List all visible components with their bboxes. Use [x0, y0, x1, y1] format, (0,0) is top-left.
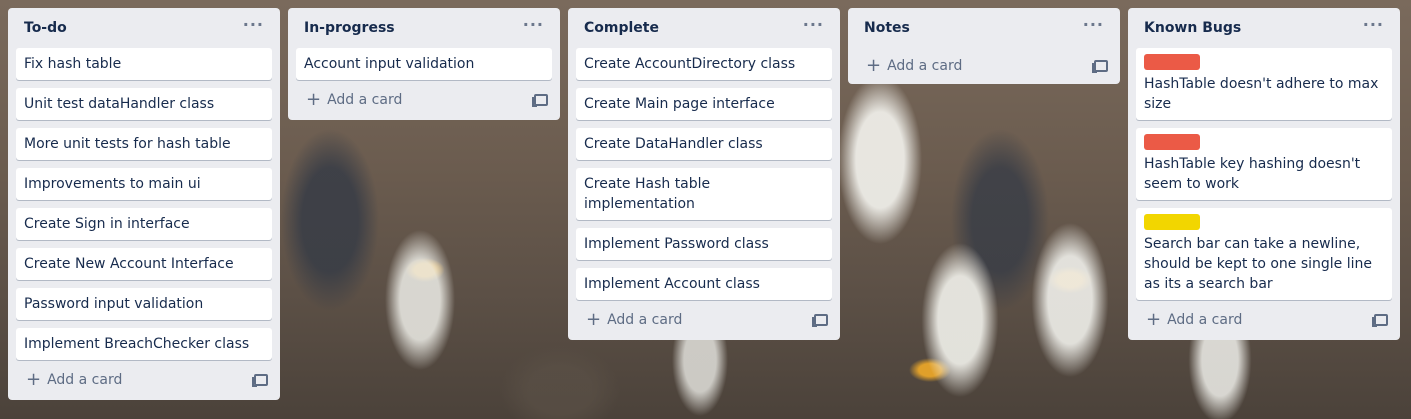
add-card-label: Add a card — [607, 312, 683, 328]
card[interactable]: Implement Account class — [576, 268, 832, 300]
card-list: Create AccountDirectory class Create Mai… — [576, 48, 832, 300]
list-complete: Complete ··· Create AccountDirectory cla… — [568, 8, 840, 340]
list-title[interactable]: Notes — [864, 20, 910, 36]
list-title[interactable]: Known Bugs — [1144, 20, 1241, 36]
ellipsis-icon[interactable]: ··· — [523, 17, 544, 33]
card[interactable]: HashTable key hashing doesn't seem to wo… — [1136, 128, 1392, 200]
card-text: Search bar can take a newline, should be… — [1144, 236, 1372, 292]
list-title[interactable]: To-do — [24, 20, 67, 36]
add-card-label: Add a card — [47, 372, 123, 388]
list-header: Complete ··· — [576, 8, 832, 48]
card[interactable]: More unit tests for hash table — [16, 128, 272, 160]
card[interactable]: Account input validation — [296, 48, 552, 80]
card[interactable]: Improvements to main ui — [16, 168, 272, 200]
list-title[interactable]: In-progress — [304, 20, 395, 36]
list-footer: + Add a card — [296, 80, 552, 120]
card-template-icon[interactable] — [252, 374, 268, 387]
ellipsis-icon[interactable]: ··· — [1363, 17, 1384, 33]
plus-icon: + — [1146, 309, 1162, 330]
list-known-bugs: Known Bugs ··· HashTable doesn't adhere … — [1128, 8, 1400, 340]
ellipsis-icon[interactable]: ··· — [803, 17, 824, 33]
add-card-button[interactable]: + Add a card — [1146, 311, 1242, 329]
add-card-button[interactable]: + Add a card — [866, 57, 962, 75]
list-header: Known Bugs ··· — [1136, 8, 1392, 48]
plus-icon: + — [306, 89, 322, 110]
card-list: Fix hash table Unit test dataHandler cla… — [16, 48, 272, 360]
list-footer: + Add a card — [16, 360, 272, 400]
card-template-icon[interactable] — [532, 94, 548, 107]
card[interactable]: Implement BreachChecker class — [16, 328, 272, 360]
add-card-label: Add a card — [327, 92, 403, 108]
ellipsis-icon[interactable]: ··· — [1083, 17, 1104, 33]
plus-icon: + — [586, 309, 602, 330]
list-footer: + Add a card — [1136, 300, 1392, 340]
add-card-button[interactable]: + Add a card — [586, 311, 682, 329]
card[interactable]: Fix hash table — [16, 48, 272, 80]
list-in-progress: In-progress ··· Account input validation… — [288, 8, 560, 120]
card[interactable]: Create Main page interface — [576, 88, 832, 120]
card[interactable]: HashTable doesn't adhere to max size — [1136, 48, 1392, 120]
card-template-icon[interactable] — [1092, 60, 1108, 73]
ellipsis-icon[interactable]: ··· — [243, 17, 264, 33]
list-footer: + Add a card — [576, 300, 832, 340]
board: To-do ··· Fix hash table Unit test dataH… — [8, 8, 1400, 400]
card[interactable]: Password input validation — [16, 288, 272, 320]
card-template-icon[interactable] — [812, 314, 828, 327]
list-header: In-progress ··· — [296, 8, 552, 48]
card-list: Account input validation — [296, 48, 552, 80]
card[interactable]: Create Sign in interface — [16, 208, 272, 240]
card-list: HashTable doesn't adhere to max size Has… — [1136, 48, 1392, 300]
list-to-do: To-do ··· Fix hash table Unit test dataH… — [8, 8, 280, 400]
card-label-red[interactable] — [1144, 54, 1200, 70]
list-header: Notes ··· — [856, 8, 1112, 48]
plus-icon: + — [866, 55, 882, 76]
plus-icon: + — [26, 369, 42, 390]
card-template-icon[interactable] — [1372, 314, 1388, 327]
add-card-button[interactable]: + Add a card — [306, 91, 402, 109]
card-text: HashTable doesn't adhere to max size — [1144, 76, 1379, 112]
card-text: HashTable key hashing doesn't seem to wo… — [1144, 156, 1361, 192]
list-footer: + Add a card — [856, 48, 1112, 84]
card[interactable]: Create New Account Interface — [16, 248, 272, 280]
list-title[interactable]: Complete — [584, 20, 659, 36]
add-card-button[interactable]: + Add a card — [26, 371, 122, 389]
card[interactable]: Create Hash table implementation — [576, 168, 832, 220]
add-card-label: Add a card — [1167, 312, 1243, 328]
card[interactable]: Create AccountDirectory class — [576, 48, 832, 80]
add-card-label: Add a card — [887, 58, 963, 74]
list-header: To-do ··· — [16, 8, 272, 48]
card-label-red[interactable] — [1144, 134, 1200, 150]
card[interactable]: Create DataHandler class — [576, 128, 832, 160]
card[interactable]: Search bar can take a newline, should be… — [1136, 208, 1392, 300]
list-notes: Notes ··· + Add a card — [848, 8, 1120, 84]
card-label-yellow[interactable] — [1144, 214, 1200, 230]
card[interactable]: Unit test dataHandler class — [16, 88, 272, 120]
card[interactable]: Implement Password class — [576, 228, 832, 260]
